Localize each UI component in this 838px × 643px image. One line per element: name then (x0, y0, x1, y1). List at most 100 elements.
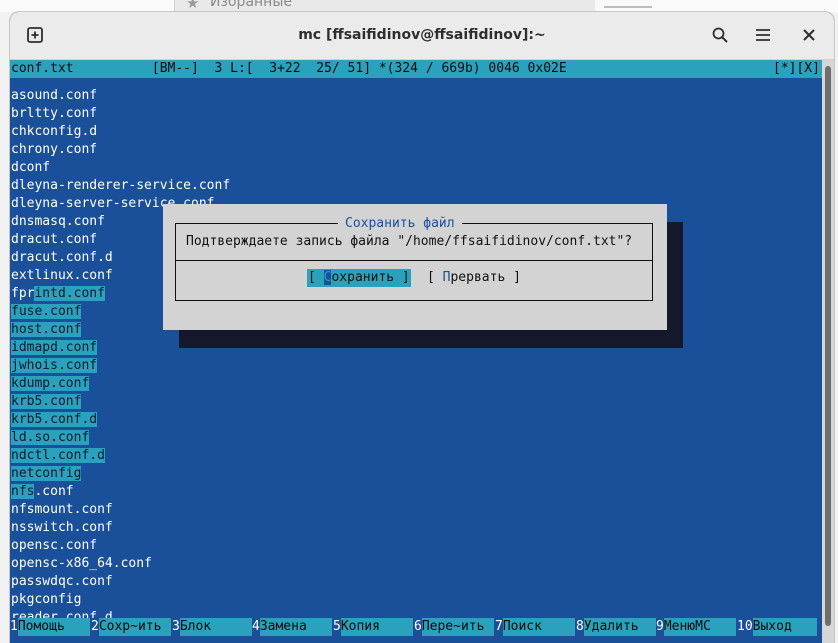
function-key-number: 3 (172, 619, 180, 634)
text-line: krb5.conf (11, 393, 82, 411)
hamburger-menu-icon (756, 29, 770, 41)
line-text: dracut.conf (11, 232, 98, 247)
function-key-label: Поиск (502, 618, 575, 636)
search-button[interactable] (703, 20, 737, 50)
selected-text: nfs (11, 484, 35, 499)
star-icon: ★ (186, 0, 200, 12)
text-line: dracut.conf (11, 231, 97, 249)
function-key-2[interactable]: 2Сохр~ить (91, 618, 171, 636)
text-line: nsswitch.conf (11, 519, 113, 537)
line-text: nfsmount.conf (11, 502, 113, 517)
selected-text: kdump.conf (11, 376, 90, 391)
function-key-label: Копия (340, 618, 413, 636)
scrollbar-thumb[interactable] (825, 66, 831, 626)
function-key-7[interactable]: 7Поиск (495, 618, 575, 636)
close-icon (803, 29, 815, 41)
search-icon (712, 27, 728, 43)
selected-text: ndctl.conf.d (11, 448, 105, 463)
text-line: host.conf (11, 321, 82, 339)
function-key-1[interactable]: 1Помощь (10, 618, 90, 636)
text-line: ndctl.conf.d (11, 447, 105, 465)
text-line: fuse.conf (11, 303, 82, 321)
text-line: passwdqc.conf (11, 573, 113, 591)
line-text: dnsmasq.conf (11, 214, 105, 229)
dialog-message: Подтверждаете запись файла "/home/ffsaif… (186, 234, 633, 249)
terminal-window: mc [ffsaifidinov@ffsaifidinov]:~ conf.tx… (10, 12, 834, 643)
save-button[interactable]: [ Сохранить ] (307, 269, 411, 287)
function-key-number: 10 (737, 619, 753, 634)
text-line: extlinux.conf (11, 267, 113, 285)
scrollbar[interactable] (822, 60, 834, 643)
line-text: brltty.conf (11, 106, 98, 121)
selected-text: ld.so.conf (11, 430, 90, 445)
save-button-label: охранить ] (331, 270, 410, 285)
text-line: opensc.conf (11, 537, 97, 555)
save-file-dialog: Сохранить файл Подтверждаете запись файл… (163, 204, 667, 330)
titlebar: mc [ffsaifidinov@ffsaifidinov]:~ (10, 12, 834, 60)
line-text: passwdqc.conf (11, 574, 113, 589)
background-menu-icon (604, 0, 652, 8)
editor-status-bar: conf.txt [BM--] 3 L:[ 3+22 25/ 51] *(324… (10, 60, 822, 78)
function-key-label: Пере~ить (421, 618, 494, 636)
text-line: dracut.conf.d (11, 249, 113, 267)
line-text: opensc-x86_64.conf (11, 556, 152, 571)
text-line: nfsmount.conf (11, 501, 113, 519)
function-key-9[interactable]: 9МенюMC (656, 618, 736, 636)
function-key-number: 2 (91, 619, 99, 634)
function-key-4[interactable]: 4Замена (252, 618, 332, 636)
function-key-label: Помощь (17, 618, 90, 636)
line-text: extlinux.conf (11, 268, 113, 283)
selected-text: netconfig (11, 466, 82, 481)
function-key-number: 6 (414, 619, 422, 634)
line-text: pkgconfig (11, 592, 82, 607)
new-tab-icon (27, 27, 43, 43)
function-key-10[interactable]: 10Выход (737, 618, 817, 636)
line-text: opensc.conf (11, 538, 98, 553)
selected-text: fuse.conf (11, 304, 82, 319)
function-key-3[interactable]: 3Блок (172, 618, 252, 636)
function-key-bar: 1Помощь 2Сохр~ить 3Блок 4Замена 5Копия 6Пере~… (10, 618, 822, 636)
text-line: chkconfig.d (11, 123, 97, 141)
status-window-controls[interactable]: [*][X] (773, 60, 820, 78)
text-line: krb5.conf.d (11, 411, 98, 429)
status-info: conf.txt [BM--] 3 L:[ 3+22 25/ 51] *(324… (11, 61, 567, 76)
function-key-label: Сохр~ить (98, 618, 171, 636)
hamburger-menu-button[interactable] (746, 20, 780, 50)
selected-text: jwhois.conf (11, 358, 98, 373)
function-key-number: 8 (576, 619, 584, 634)
function-key-5[interactable]: 5Копия (333, 618, 413, 636)
background-favorites-label: Избранные (210, 0, 292, 10)
new-tab-button[interactable] (18, 20, 52, 50)
abort-button-label: рервать ] (450, 270, 521, 285)
selected-text: intd.conf (34, 286, 105, 301)
function-key-number: 9 (656, 619, 664, 634)
function-key-label: Удалить (583, 618, 656, 636)
function-key-number: 1 (10, 619, 18, 634)
text-line: netconfig (11, 465, 82, 483)
text-line: jwhois.conf (11, 357, 98, 375)
save-button-bracket: [ (308, 270, 324, 285)
function-key-6[interactable]: 6Пере~ить (414, 618, 494, 636)
function-key-number: 5 (333, 619, 341, 634)
text-line: opensc-x86_64.conf (11, 555, 152, 573)
function-key-label: МенюMC (663, 618, 736, 636)
line-text: chkconfig.d (11, 124, 98, 139)
abort-button-bracket: [ (427, 270, 443, 285)
text-line: nfs.conf (11, 483, 74, 501)
close-window-button[interactable] (792, 20, 826, 50)
text-line: ld.so.conf (11, 429, 90, 447)
function-key-8[interactable]: 8Удалить (576, 618, 656, 636)
line-text: chrony.conf (11, 142, 98, 157)
text-line: dleyna-renderer-service.conf (11, 177, 230, 195)
text-line: fprintd.conf (11, 285, 105, 303)
selected-text: krb5.conf.d (11, 412, 98, 427)
text-line: chrony.conf (11, 141, 97, 159)
line-text: dleyna-renderer-service.conf (11, 178, 231, 193)
function-key-label: Замена (259, 618, 332, 636)
text-line: kdump.conf (11, 375, 90, 393)
abort-button[interactable]: [ Прервать ] (427, 269, 521, 287)
line-text: dconf (11, 160, 51, 175)
function-key-label: Выход (752, 618, 817, 636)
selected-text: host.conf (11, 322, 82, 337)
line-text: .conf (34, 484, 74, 499)
